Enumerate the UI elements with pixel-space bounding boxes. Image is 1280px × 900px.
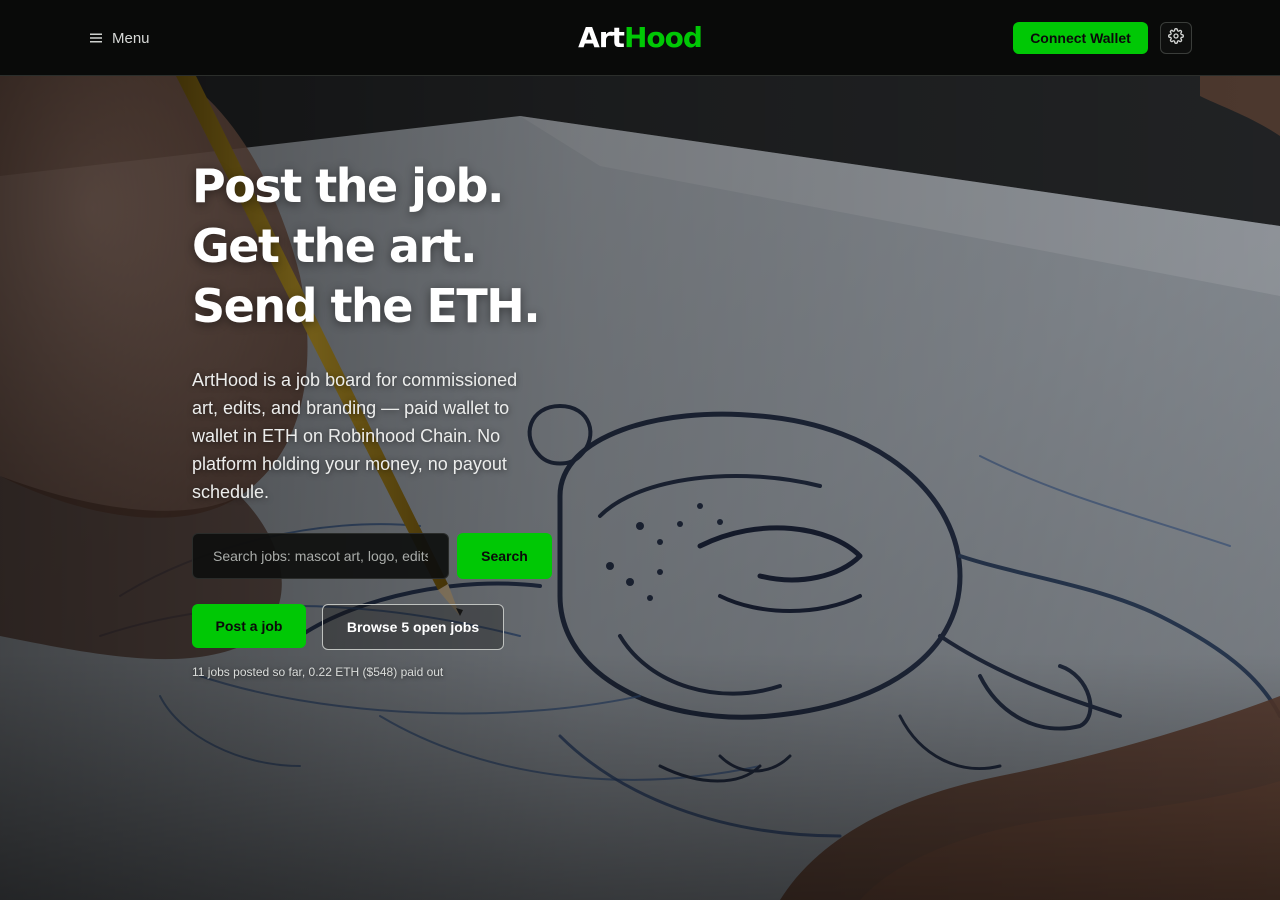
hero-description: ArtHood is a job board for commissioned …: [192, 370, 518, 502]
job-search-bar: Search: [192, 533, 552, 579]
headline-line-3: Send the ETH.: [192, 279, 541, 333]
menu-icon: [88, 30, 104, 46]
top-nav-bar: Menu ArtHood Connect Wallet: [0, 0, 1280, 76]
search-button[interactable]: Search: [457, 533, 552, 579]
browse-open-jobs-button[interactable]: Browse 5 open jobs: [322, 604, 504, 650]
hero-headline: Post the job. Get the art. Send the ETH.: [192, 156, 612, 336]
menu-button[interactable]: Menu: [88, 26, 150, 50]
connect-wallet-button[interactable]: Connect Wallet: [1013, 22, 1148, 54]
hero-cta-group: Post a job Browse 5 open jobs: [192, 604, 504, 650]
logo-part-art: Art: [578, 21, 625, 54]
post-job-button[interactable]: Post a job: [192, 604, 306, 648]
menu-label: Menu: [112, 29, 150, 47]
headline-line-2: Get the art.: [192, 219, 478, 273]
gear-icon: [1168, 27, 1184, 49]
hero-section: Post the job. Get the art. Send the ETH.…: [192, 156, 612, 679]
platform-stats: 11 jobs posted so far, 0.22 ETH ($548) p…: [192, 665, 444, 679]
job-search-input[interactable]: [192, 533, 449, 579]
logo-part-hood: Hood: [623, 21, 703, 54]
headline-line-1: Post the job.: [192, 159, 504, 213]
settings-button[interactable]: [1160, 22, 1192, 54]
